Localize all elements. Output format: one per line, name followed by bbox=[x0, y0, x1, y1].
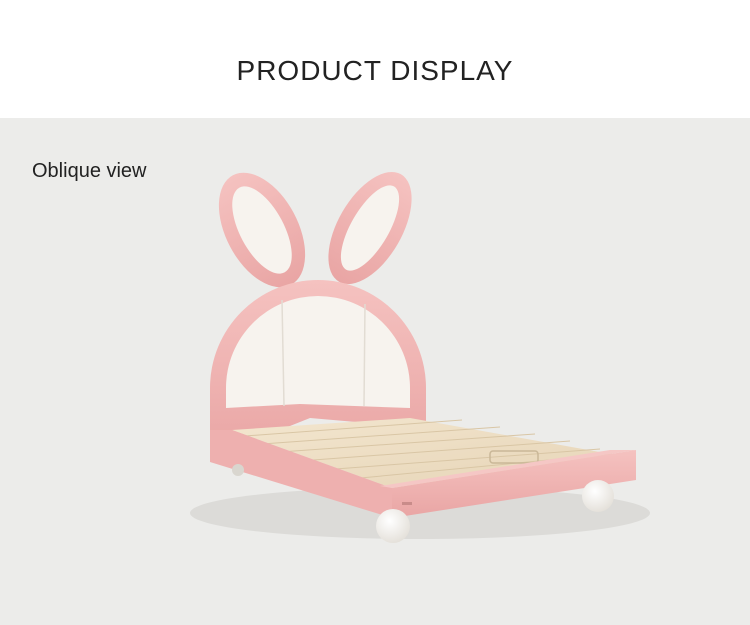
page-title: PRODUCT DISPLAY bbox=[236, 55, 514, 86]
right-ear bbox=[328, 171, 412, 285]
product-stage: Oblique view bbox=[0, 118, 750, 625]
left-ear bbox=[218, 172, 306, 288]
product-display-page: PRODUCT DISPLAY Oblique view bbox=[0, 0, 750, 625]
bunny-bed-illustration bbox=[190, 171, 650, 543]
header: PRODUCT DISPLAY bbox=[0, 0, 750, 118]
